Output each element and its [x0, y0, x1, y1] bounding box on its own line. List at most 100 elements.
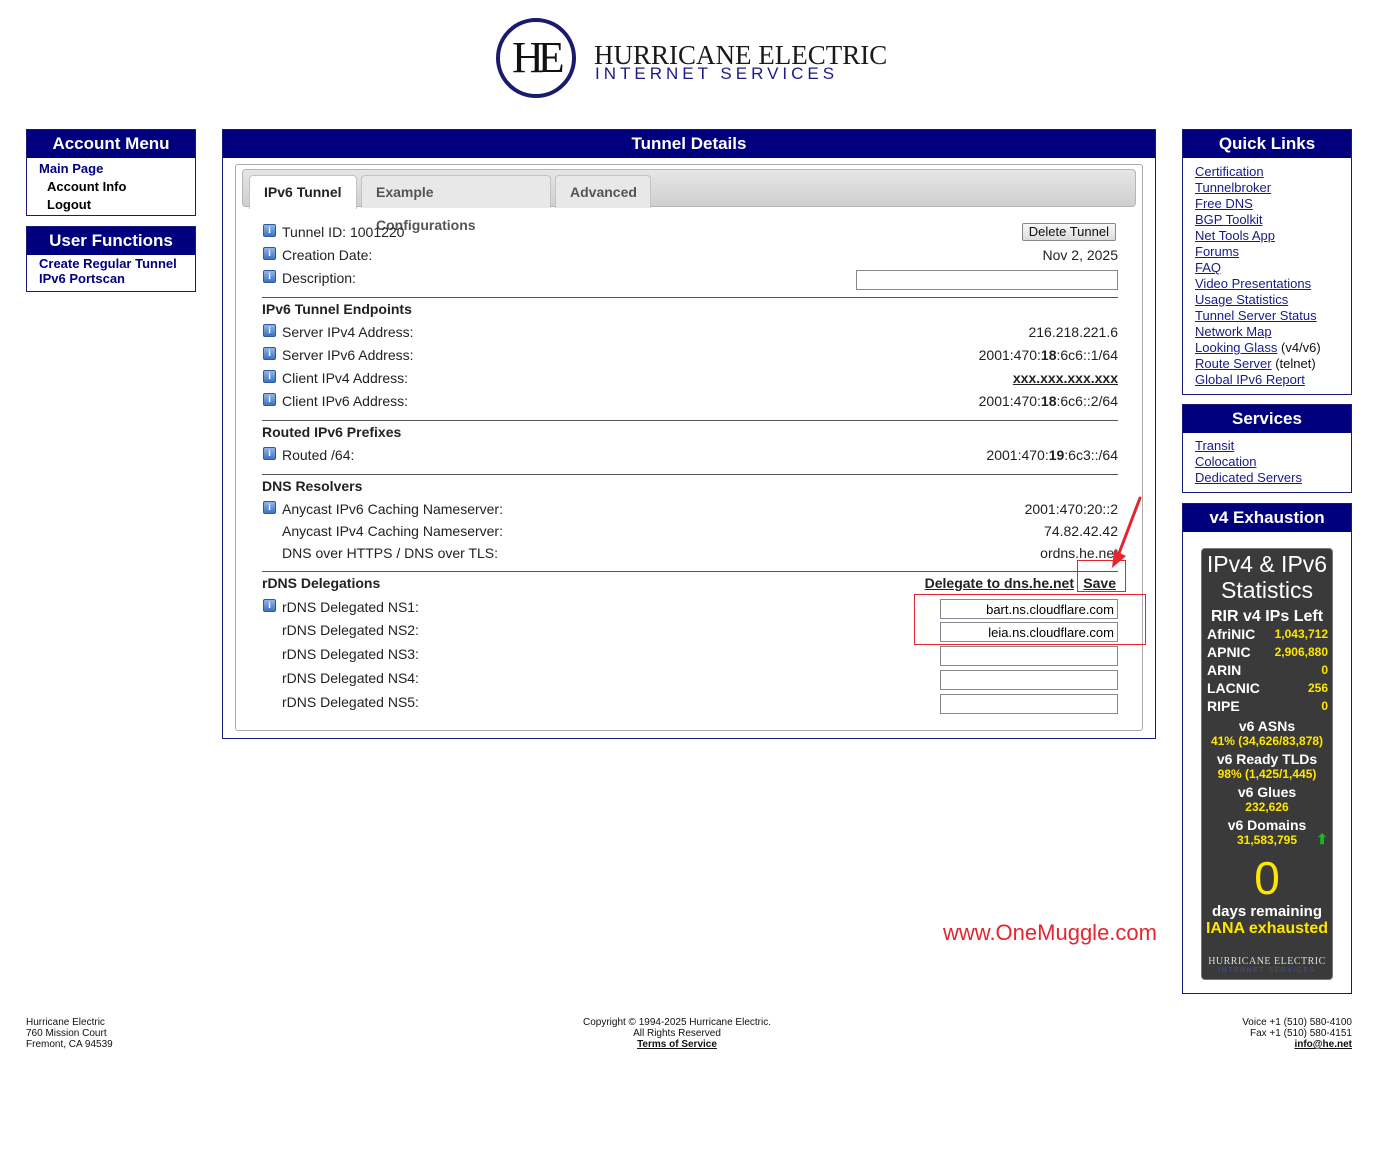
tab-advanced[interactable]: Advanced [555, 175, 651, 208]
ql-certification[interactable]: Certification [1195, 164, 1264, 179]
widget-title: IPv4 & IPv6 Statistics [1206, 551, 1328, 603]
ql-route-server[interactable]: Route Server [1195, 356, 1272, 371]
routed64-label: Routed /64: [282, 447, 355, 463]
server-ipv6-value: 2001:470:18:6c6::1/64 [978, 347, 1118, 363]
doh-row: DNS over HTTPS / DNS over TLS: ordns.he.… [262, 543, 1118, 563]
he-logo[interactable]: HE HURRICANE ELECTRIC INTERNET SERVICES [496, 18, 887, 108]
rdns-ns4-input[interactable] [940, 670, 1118, 690]
email-link[interactable]: info@he.net [1152, 1039, 1352, 1050]
he-logo-monogram: HE [512, 33, 565, 82]
anycast-ipv4-label: Anycast IPv4 Caching Nameserver: [282, 523, 503, 539]
watermark-text: www.OneMuggle.com [943, 920, 1157, 945]
footer-address: Hurricane Electric 760 Mission Court Fre… [26, 1017, 113, 1050]
ipv4-ipv6-stats-widget[interactable]: IPv4 & IPv6 Statistics RIR v4 IPs Left A… [1201, 548, 1333, 980]
description-input[interactable] [856, 270, 1118, 290]
quick-links-box: Quick Links Certification Tunnelbroker F… [1182, 129, 1352, 395]
rdns-ns3-row: rDNS Delegated NS3: [262, 644, 1118, 666]
info-icon[interactable]: i [263, 324, 276, 337]
v6-domains-value: 31,583,795 ⬆ [1236, 831, 1328, 847]
server-ipv4-row: i Server IPv4 Address: 216.218.221.6 [262, 322, 1118, 342]
rir-afrinic: AfriNIC 1,043,712 [1207, 626, 1328, 642]
user-functions-title: User Functions [27, 227, 195, 255]
info-icon[interactable]: i [263, 347, 276, 360]
ql-free-dns[interactable]: Free DNS [1195, 196, 1253, 211]
v6-tlds-value: 98% (1,425/1,445) [1217, 767, 1317, 781]
divider [262, 297, 1118, 298]
account-menu-title: Account Menu [27, 130, 195, 158]
terms-of-service-link[interactable]: Terms of Service [557, 1039, 797, 1050]
v6-glues-value: 232,626 [1245, 800, 1289, 814]
creation-date-value: Nov 2, 2025 [1042, 247, 1119, 263]
tunnel-details-title: Tunnel Details [223, 130, 1155, 158]
server-ipv6-row: i Server IPv6 Address: 2001:470:18:6c6::… [262, 345, 1118, 365]
services-box: Services Transit Colocation Dedicated Se… [1182, 404, 1352, 493]
rdns-ns4-row: rDNS Delegated NS4: [262, 668, 1118, 690]
info-icon[interactable]: i [263, 270, 276, 283]
ql-tunnelbroker[interactable]: Tunnelbroker [1195, 180, 1271, 195]
ql-faq[interactable]: FAQ [1195, 260, 1221, 275]
ql-net-tools-app[interactable]: Net Tools App [1195, 228, 1275, 243]
ql-bgp-toolkit[interactable]: BGP Toolkit [1195, 212, 1262, 227]
svc-colocation[interactable]: Colocation [1195, 454, 1256, 469]
menu-main-page[interactable]: Main Page [27, 160, 195, 178]
ql-video-presentations[interactable]: Video Presentations [1195, 276, 1311, 291]
account-menu: Account Menu Main Page Account Info Logo… [26, 129, 196, 216]
tab-example-configurations[interactable]: Example Configurations [361, 175, 551, 233]
info-icon[interactable]: i [263, 599, 276, 612]
anycast-ipv4-row: Anycast IPv4 Caching Nameserver: 74.82.4… [262, 521, 1118, 541]
info-icon[interactable]: i [263, 224, 276, 237]
delegate-to-dns-link[interactable]: Delegate to dns.he.net [925, 575, 1074, 591]
menu-create-regular-tunnel[interactable]: Create Regular Tunnel [27, 256, 195, 271]
menu-account-info[interactable]: Account Info [27, 178, 195, 196]
tunnel-id: Tunnel ID: 1001220 [282, 224, 405, 240]
client-ipv4-value[interactable]: xxx.xxx.xxx.xxx [1013, 370, 1118, 386]
rdns-ns5-row: rDNS Delegated NS5: [262, 692, 1118, 714]
delete-tunnel-button[interactable]: Delete Tunnel [1021, 223, 1116, 241]
ql-network-map[interactable]: Network Map [1195, 324, 1272, 339]
svc-dedicated-servers[interactable]: Dedicated Servers [1195, 470, 1302, 485]
endpoints-heading: IPv6 Tunnel Endpoints [262, 301, 412, 317]
tunnel-id-row: i Tunnel ID: 1001220 Delete Tunnel [262, 222, 1118, 242]
rdns-ns1-label: rDNS Delegated NS1: [282, 599, 419, 615]
menu-logout[interactable]: Logout [27, 196, 195, 214]
info-icon[interactable]: i [263, 501, 276, 514]
days-remaining-label: days remaining [1211, 903, 1323, 920]
rdns-heading: rDNS Delegations Delegate to dns.he.net … [262, 575, 1118, 591]
ql-looking-glass-suffix: (v4/v6) [1277, 340, 1321, 355]
v6-asns-label: v6 ASNs [1238, 718, 1296, 734]
quick-links-list: Certification Tunnelbroker Free DNS BGP … [1183, 158, 1351, 388]
doh-label: DNS over HTTPS / DNS over TLS: [282, 545, 499, 561]
info-icon[interactable]: i [263, 247, 276, 260]
v6-tlds-label: v6 Ready TLDs [1216, 751, 1318, 767]
tunnel-details-panel: Tunnel Details IPv6 Tunnel Example Confi… [222, 129, 1156, 739]
rdns-ns3-input[interactable] [940, 646, 1118, 666]
client-ipv6-value: 2001:470:18:6c6::2/64 [978, 393, 1118, 409]
routed64-row: i Routed /64: 2001:470:19:6c3::/64 [262, 445, 1118, 465]
ql-looking-glass[interactable]: Looking Glass [1195, 340, 1277, 355]
widget-brand-line2: INTERNET SERVICES [1218, 967, 1316, 974]
tunnel-details-content: IPv6 Tunnel Example Configurations Advan… [235, 164, 1143, 731]
menu-ipv6-portscan[interactable]: IPv6 Portscan [27, 271, 195, 286]
divider [262, 474, 1118, 475]
user-functions-menu: User Functions Create Regular Tunnel IPv… [26, 226, 196, 292]
rdns-ns4-label: rDNS Delegated NS4: [282, 670, 419, 686]
days-remaining-number: 0 [1254, 852, 1280, 904]
info-icon[interactable]: i [263, 447, 276, 460]
quick-links-title: Quick Links [1183, 130, 1351, 158]
info-icon[interactable]: i [263, 370, 276, 383]
footer-contact: Voice +1 (510) 580-4100 Fax +1 (510) 580… [1152, 1017, 1352, 1050]
ql-global-ipv6-report[interactable]: Global IPv6 Report [1195, 372, 1305, 387]
server-ipv4-label: Server IPv4 Address: [282, 324, 414, 340]
ql-usage-statistics[interactable]: Usage Statistics [1195, 292, 1288, 307]
routed64-value: 2001:470:19:6c3::/64 [986, 447, 1118, 463]
client-ipv6-label: Client IPv6 Address: [282, 393, 409, 409]
svc-transit[interactable]: Transit [1195, 438, 1234, 453]
rdns-ns5-input[interactable] [940, 694, 1118, 714]
ql-forums[interactable]: Forums [1195, 244, 1239, 259]
client-ipv6-row: i Client IPv6 Address: 2001:470:18:6c6::… [262, 391, 1118, 411]
rir-arin: ARIN 0 [1207, 662, 1328, 678]
description-label: Description: [282, 270, 356, 286]
info-icon[interactable]: i [263, 393, 276, 406]
ql-tunnel-server-status[interactable]: Tunnel Server Status [1195, 308, 1317, 323]
tab-ipv6-tunnel[interactable]: IPv6 Tunnel [249, 175, 357, 209]
